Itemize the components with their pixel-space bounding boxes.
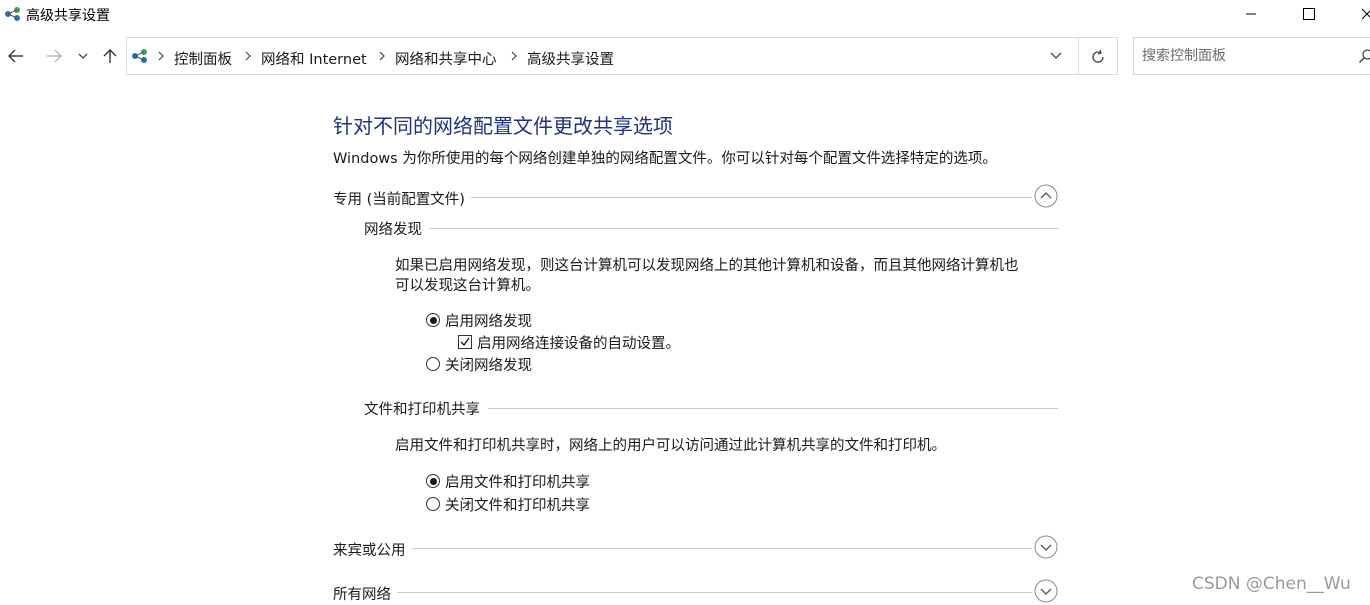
arrow-up-icon bbox=[103, 49, 117, 63]
chevron-up-circle-icon[interactable] bbox=[1034, 184, 1058, 208]
search-box[interactable] bbox=[1133, 37, 1370, 75]
chevron-right-icon[interactable] bbox=[509, 49, 519, 63]
divider bbox=[333, 592, 1032, 593]
network-discovery-off-radio[interactable] bbox=[426, 357, 440, 371]
chevron-down-icon bbox=[1050, 52, 1062, 59]
arrow-left-icon bbox=[8, 49, 23, 63]
maximize-icon bbox=[1303, 8, 1315, 20]
profile-all-networks-label[interactable]: 所有网络 bbox=[333, 583, 397, 604]
checkmark-icon bbox=[460, 337, 470, 347]
refresh-button[interactable] bbox=[1086, 45, 1110, 69]
close-button[interactable] bbox=[1344, 0, 1370, 28]
title-bar: 高级共享设置 bbox=[0, 0, 1370, 28]
file-printer-sharing-description: 启用文件和打印机共享时，网络上的用户可以访问通过此计算机共享的文件和打印机。 bbox=[395, 436, 946, 456]
chevron-down-icon bbox=[78, 53, 88, 59]
option-label[interactable]: 启用网络连接设备的自动设置。 bbox=[477, 332, 680, 353]
network-discovery-description: 如果已启用网络发现，则这台计算机可以发现网络上的其他计算机和设备，而且其他网络计… bbox=[395, 256, 1019, 296]
network-sharing-icon bbox=[132, 49, 147, 63]
profile-guest-public-label[interactable]: 来宾或公用 bbox=[333, 539, 412, 560]
window-title: 高级共享设置 bbox=[26, 8, 110, 24]
breadcrumb-network-sharing-center[interactable]: 网络和共享中心 bbox=[395, 48, 497, 69]
search-icon[interactable] bbox=[1358, 48, 1370, 64]
watermark: CSDN @Chen__Wu bbox=[1192, 574, 1351, 594]
network-discovery-on-radio[interactable] bbox=[426, 313, 440, 327]
option-label[interactable]: 关闭网络发现 bbox=[445, 354, 532, 375]
breadcrumb-network-internet[interactable]: 网络和 Internet bbox=[261, 48, 367, 69]
chevron-right-icon[interactable] bbox=[156, 49, 166, 63]
file-sharing-on-radio[interactable] bbox=[426, 474, 440, 488]
maximize-button[interactable] bbox=[1286, 0, 1332, 28]
profile-guest-public[interactable]: 来宾或公用 bbox=[333, 535, 1058, 561]
breadcrumb-advanced-sharing[interactable]: 高级共享设置 bbox=[527, 48, 614, 69]
address-bar[interactable]: 控制面板 网络和 Internet 网络和共享中心 高级共享设置 bbox=[126, 37, 1118, 75]
search-input[interactable] bbox=[1142, 46, 1352, 66]
chevron-right-icon[interactable] bbox=[243, 49, 253, 63]
up-button[interactable] bbox=[98, 44, 122, 68]
main-content: 针对不同的网络配置文件更改共享选项 Windows 为你所使用的每个网络创建单独… bbox=[0, 80, 1370, 604]
divider bbox=[364, 228, 1058, 229]
recent-locations-button[interactable] bbox=[72, 44, 94, 68]
file-sharing-off-radio[interactable] bbox=[426, 497, 440, 511]
breadcrumb-control-panel[interactable]: 控制面板 bbox=[174, 48, 232, 69]
minimize-icon bbox=[1246, 13, 1256, 15]
close-icon bbox=[1361, 8, 1370, 20]
chevron-down-circle-icon[interactable] bbox=[1034, 535, 1058, 559]
description-line: 如果已启用网络发现，则这台计算机可以发现网络上的其他计算机和设备，而且其他网络计… bbox=[395, 258, 1019, 274]
file-printer-sharing-title: 文件和打印机共享 bbox=[364, 398, 488, 419]
divider bbox=[333, 548, 1032, 549]
network-discovery-off-option[interactable]: 关闭网络发现 bbox=[426, 354, 532, 374]
auto-setup-option[interactable]: 启用网络连接设备的自动设置。 bbox=[458, 332, 680, 352]
page-heading: 针对不同的网络配置文件更改共享选项 bbox=[333, 114, 673, 138]
profile-private[interactable]: 专用 (当前配置文件) bbox=[333, 184, 1058, 210]
page-intro: Windows 为你所使用的每个网络创建单独的网络配置文件。你可以针对每个配置文… bbox=[333, 151, 997, 167]
file-sharing-on-option[interactable]: 启用文件和打印机共享 bbox=[426, 471, 590, 491]
chevron-right-icon[interactable] bbox=[377, 49, 387, 63]
chevron-down-circle-icon[interactable] bbox=[1034, 579, 1058, 603]
back-button[interactable] bbox=[4, 44, 28, 68]
forward-button[interactable] bbox=[42, 44, 66, 68]
profile-all-networks[interactable]: 所有网络 bbox=[333, 579, 1058, 605]
option-label[interactable]: 启用网络发现 bbox=[445, 310, 532, 331]
network-discovery-section: 网络发现 bbox=[364, 216, 1058, 239]
arrow-right-icon bbox=[47, 49, 62, 63]
refresh-icon bbox=[1092, 49, 1104, 63]
description-line: 可以发现这台计算机。 bbox=[395, 278, 540, 294]
address-divider bbox=[1078, 38, 1079, 74]
minimize-button[interactable] bbox=[1228, 0, 1274, 28]
option-label[interactable]: 关闭文件和打印机共享 bbox=[445, 494, 590, 515]
network-discovery-on-option[interactable]: 启用网络发现 bbox=[426, 310, 532, 330]
file-printer-sharing-section: 文件和打印机共享 bbox=[364, 396, 1058, 419]
description-line: 启用文件和打印机共享时，网络上的用户可以访问通过此计算机共享的文件和打印机。 bbox=[395, 438, 946, 454]
profile-private-label[interactable]: 专用 (当前配置文件) bbox=[333, 188, 471, 209]
address-history-button[interactable] bbox=[1045, 45, 1067, 67]
option-label[interactable]: 启用文件和打印机共享 bbox=[445, 471, 590, 492]
network-discovery-title: 网络发现 bbox=[364, 218, 430, 239]
auto-setup-checkbox[interactable] bbox=[458, 335, 472, 349]
file-sharing-off-option[interactable]: 关闭文件和打印机共享 bbox=[426, 494, 590, 514]
network-sharing-icon bbox=[5, 7, 20, 21]
